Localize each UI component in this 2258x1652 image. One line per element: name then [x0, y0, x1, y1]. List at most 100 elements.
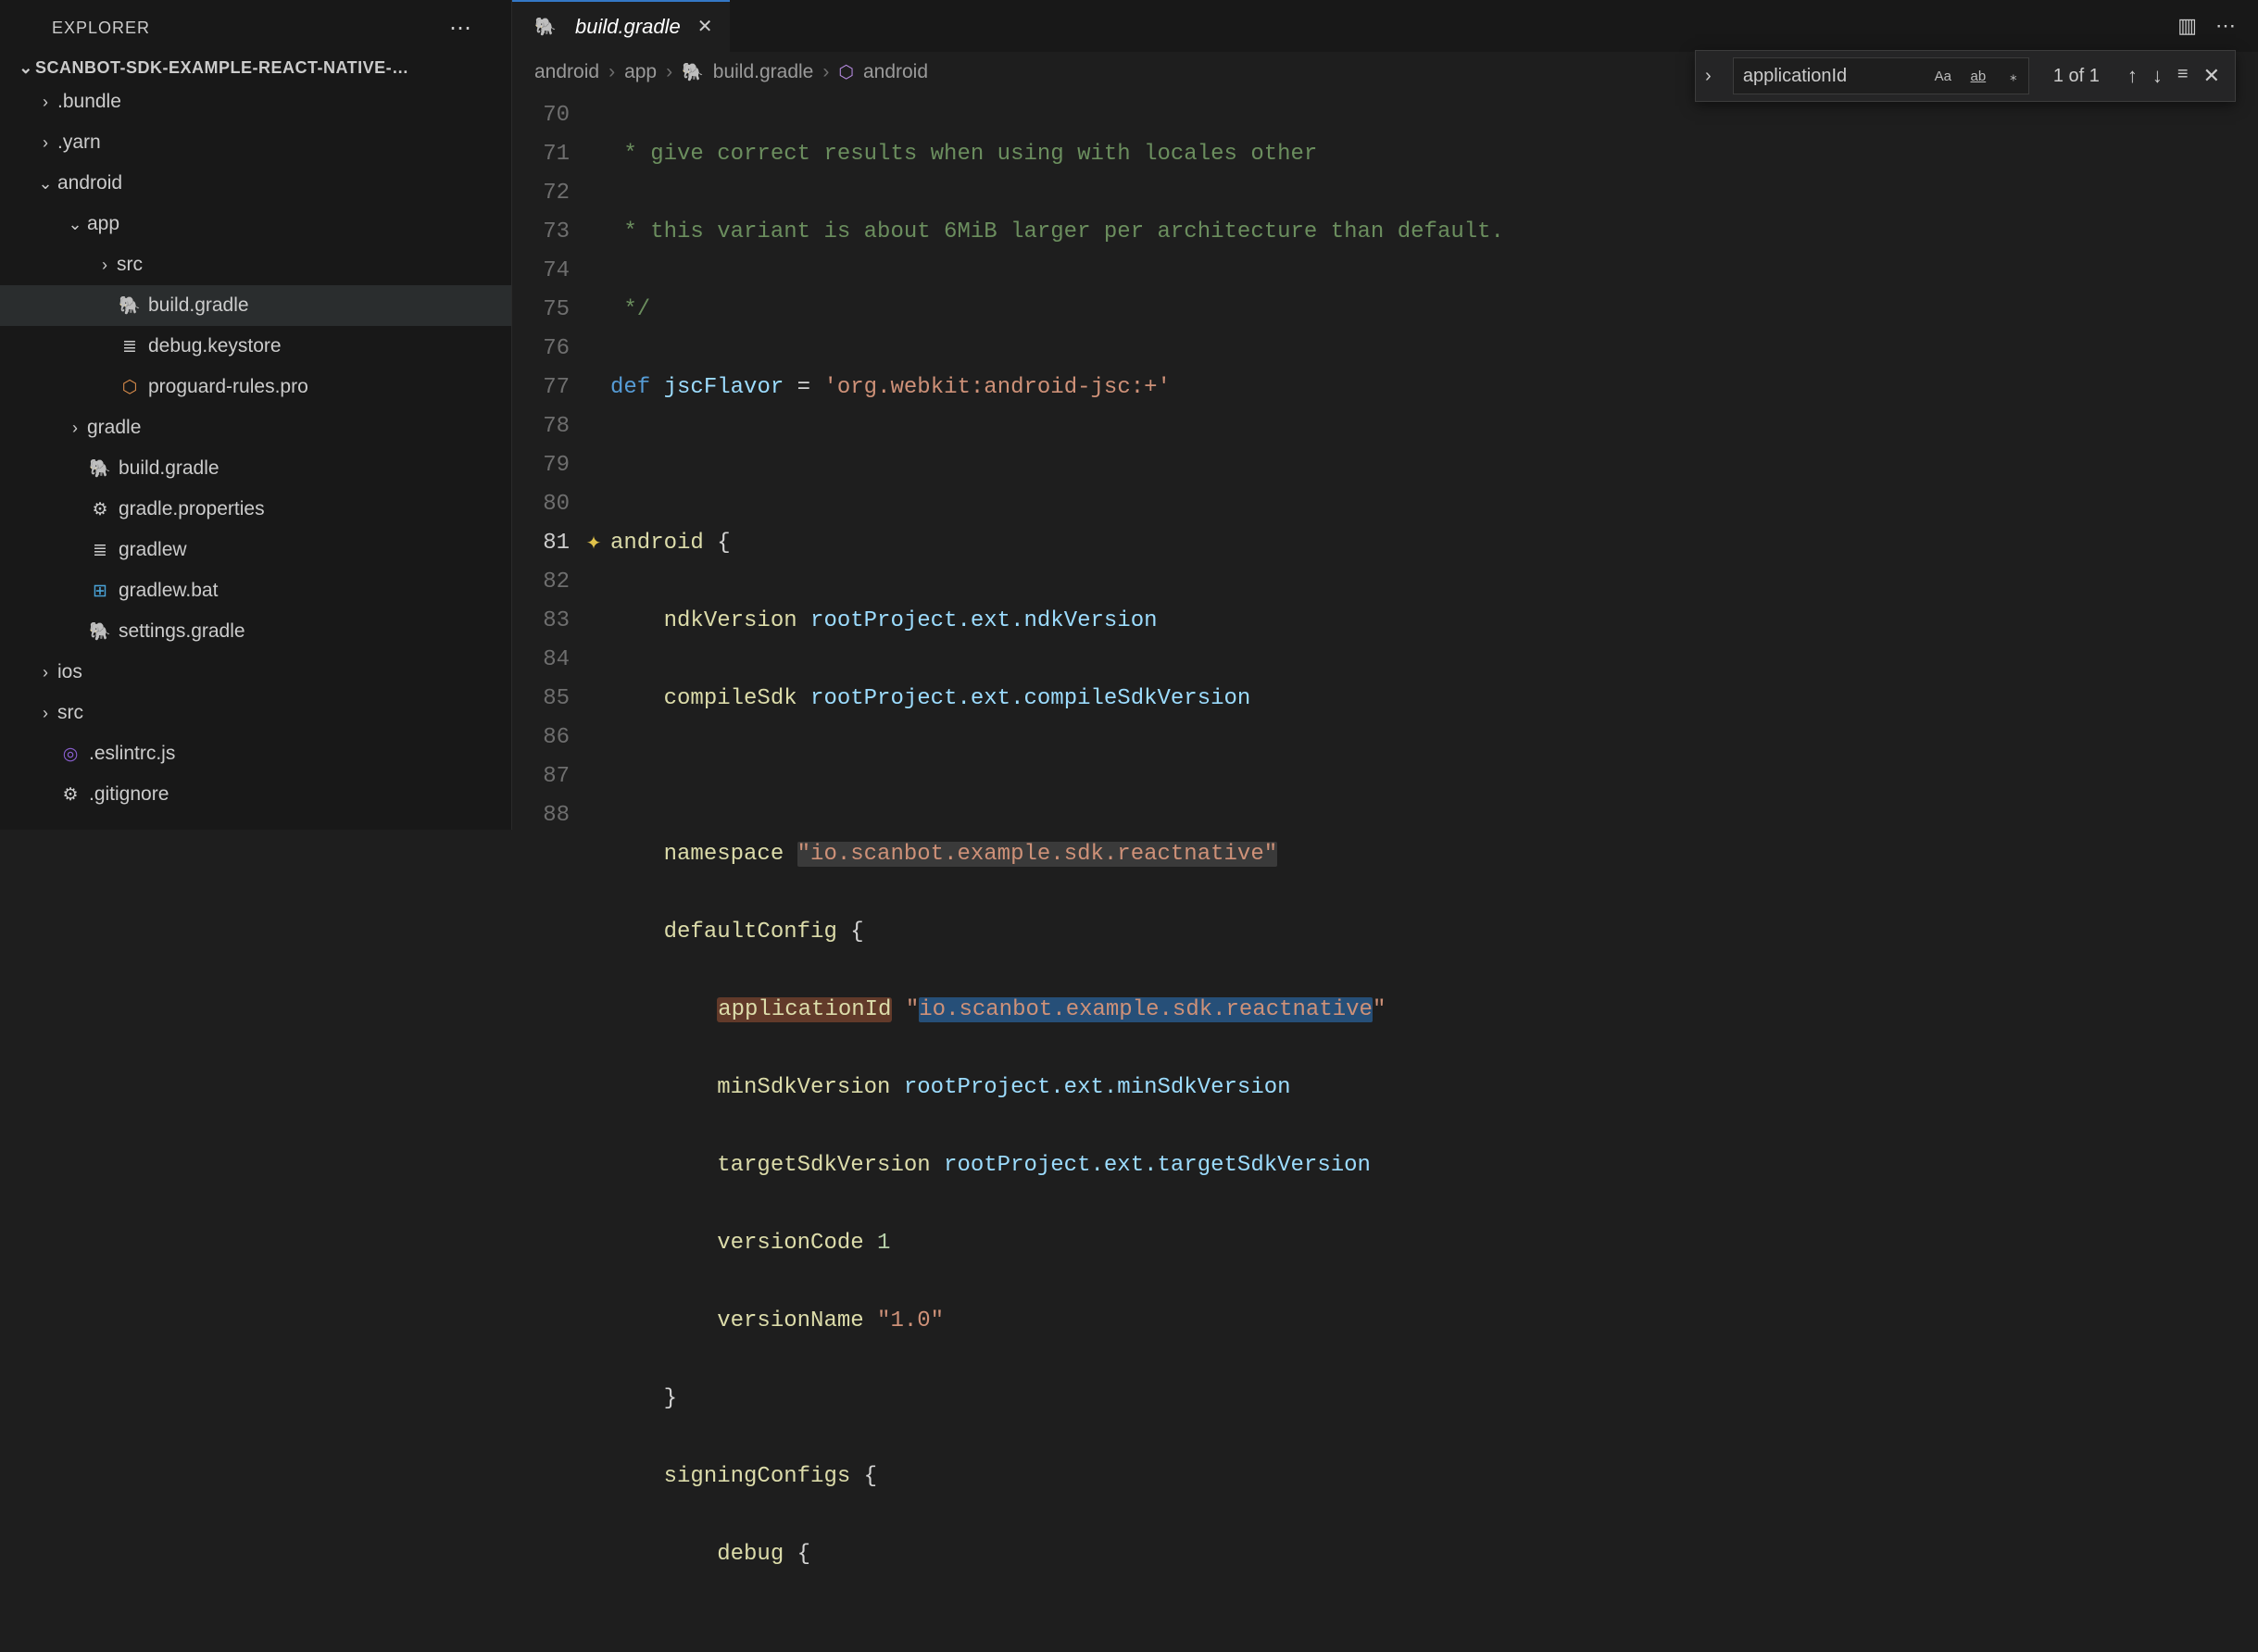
find-next-icon[interactable]: ↓ [2152, 64, 2163, 88]
folder-item[interactable]: ›.yarn [0, 122, 511, 163]
tree-item-label: ios [57, 661, 82, 683]
tree-item-label: app [87, 213, 119, 235]
gradle-icon: 🐘 [533, 16, 558, 38]
code-content[interactable]: * give correct results when using with l… [610, 93, 1504, 1652]
folder-item[interactable]: ⌄android [0, 163, 511, 204]
find-prev-icon[interactable]: ↑ [2127, 64, 2138, 88]
folder-item[interactable]: ›gradle [0, 407, 511, 448]
file-item[interactable]: ›≣gradlew [0, 530, 511, 570]
file-item[interactable]: ›⬡proguard-rules.pro [0, 367, 511, 407]
chevron-down-icon: ⌄ [17, 58, 35, 78]
line-number: 84 [512, 641, 570, 680]
folder-item[interactable]: ›.bundle [0, 81, 511, 122]
lines-icon: ≣ [87, 540, 113, 561]
line-number: 74 [512, 252, 570, 291]
breadcrumb-item[interactable]: build.gradle [713, 61, 814, 83]
file-item[interactable]: ›⚙.gitignore [0, 774, 511, 815]
folder-item[interactable]: ⌄app [0, 204, 511, 244]
chevron-right-icon: › [63, 419, 87, 438]
sparkle-icon: ✦ [586, 533, 602, 554]
line-number: 71 [512, 135, 570, 174]
file-item[interactable]: ›🐘settings.gradle [0, 611, 511, 652]
find-match-word[interactable]: ab [1963, 62, 1994, 90]
file-item[interactable]: ›≣debug.keystore [0, 326, 511, 367]
find-match-case[interactable]: Aa [1927, 62, 1959, 90]
tab-close-icon[interactable]: ✕ [697, 15, 713, 38]
chevron-down-icon: ⌄ [33, 174, 57, 194]
breadcrumb-item[interactable]: android [534, 61, 599, 83]
explorer-more-icon[interactable]: ⋯ [449, 15, 489, 42]
tree-item-label: src [57, 702, 83, 724]
find-close-icon[interactable]: ✕ [2203, 64, 2220, 88]
tree-item-label: build.gradle [148, 294, 249, 317]
file-item[interactable]: ›🐘build.gradle [0, 285, 511, 326]
breadcrumb-item[interactable]: android [863, 61, 928, 83]
breadcrumb-item[interactable]: app [624, 61, 657, 83]
folder-item[interactable]: ›src [0, 693, 511, 733]
tab-build-gradle[interactable]: 🐘 build.gradle ✕ [512, 0, 730, 52]
line-number: 79 [512, 446, 570, 485]
line-number: 73 [512, 213, 570, 252]
chevron-right-icon: › [608, 61, 615, 83]
tab-label: build.gradle [575, 15, 681, 39]
gradle-icon: 🐘 [87, 620, 113, 643]
tree-item-label: gradlew [119, 539, 187, 561]
search-match: applicationId [717, 997, 892, 1022]
folder-item[interactable]: ›ios [0, 652, 511, 693]
split-editor-icon[interactable]: ▥ [2177, 14, 2197, 38]
find-count: 1 of 1 [2053, 66, 2100, 87]
file-item[interactable]: ›◎.eslintrc.js [0, 733, 511, 774]
chevron-down-icon: ⌄ [63, 215, 87, 234]
tab-bar: 🐘 build.gradle ✕ ▥ ⋯ [512, 0, 2258, 52]
tree-item-label: gradlew.bat [119, 580, 218, 602]
gear-icon: ⚙ [57, 784, 83, 806]
chevron-right-icon: › [1705, 66, 1712, 87]
find-expand-toggle[interactable]: › [1696, 51, 1722, 101]
line-number: 81 [512, 524, 570, 563]
gear-icon: ⚙ [87, 499, 113, 520]
gradle-icon: 🐘 [117, 294, 143, 317]
block-icon: ⬡ [838, 62, 854, 83]
tree-item-label: .eslintrc.js [89, 743, 175, 765]
tree-item-label: gradle [87, 417, 141, 439]
find-bar: › Aa ab ⁎ 1 of 1 ↑ ↓ ≡ ✕ [1695, 50, 2236, 102]
tree-item-label: .yarn [57, 131, 101, 154]
tree-item-label: proguard-rules.pro [148, 376, 308, 398]
file-item[interactable]: ›⊞gradlew.bat [0, 570, 511, 611]
file-item[interactable]: ›⚙gradle.properties [0, 489, 511, 530]
file-tree: ›.bundle›.yarn⌄android⌄app›src›🐘build.gr… [0, 81, 511, 830]
tabbar-more-icon[interactable]: ⋯ [2215, 14, 2236, 38]
line-number: 75 [512, 291, 570, 330]
code-editor[interactable]: 70717273747576777879808182838485868788 ✦… [512, 93, 2258, 1652]
line-number: 86 [512, 719, 570, 757]
tabbar-actions: ▥ ⋯ [2177, 14, 2258, 38]
glyph-margin: ✦ [577, 93, 610, 1652]
chevron-right-icon: › [666, 61, 672, 83]
find-filter-icon[interactable]: ≡ [2177, 64, 2189, 88]
line-number: 80 [512, 485, 570, 524]
line-number: 82 [512, 563, 570, 602]
tree-item-label: build.gradle [119, 457, 220, 480]
tree-item-label: android [57, 172, 122, 194]
lines-icon: ≣ [117, 336, 143, 357]
chevron-right-icon: › [33, 663, 57, 682]
selection: io.scanbot.example.sdk.reactnative [919, 997, 1373, 1022]
chevron-right-icon: › [33, 133, 57, 153]
line-number: 87 [512, 757, 570, 796]
win-icon: ⊞ [87, 581, 113, 602]
tree-item-label: settings.gradle [119, 620, 245, 643]
explorer-header: EXPLORER ⋯ [0, 0, 511, 55]
gradle-icon: 🐘 [682, 61, 704, 83]
tree-item-label: src [117, 254, 143, 276]
explorer-title: EXPLORER [52, 19, 150, 38]
line-gutter: 70717273747576777879808182838485868788 [512, 93, 577, 1652]
line-number: 85 [512, 680, 570, 719]
gradle-icon: 🐘 [87, 457, 113, 480]
project-root[interactable]: ⌄ SCANBOT-SDK-EXAMPLE-REACT-NATIVE-… [0, 55, 511, 81]
find-regex[interactable]: ⁎ [1998, 62, 2029, 90]
chevron-right-icon: › [93, 256, 117, 275]
file-item[interactable]: ›🐘build.gradle [0, 448, 511, 489]
folder-item[interactable]: ›src [0, 244, 511, 285]
chevron-right-icon: › [33, 93, 57, 112]
chevron-right-icon: › [33, 704, 57, 723]
